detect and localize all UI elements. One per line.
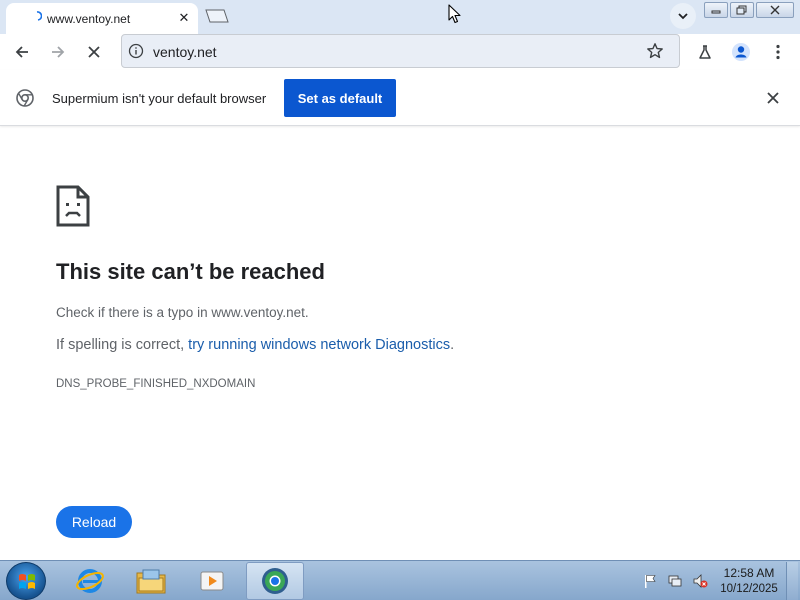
window-minimize-button[interactable] xyxy=(704,2,728,18)
browser-menu-button[interactable] xyxy=(764,38,792,66)
arrow-left-icon xyxy=(15,46,28,58)
bookmark-star-icon[interactable] xyxy=(646,42,664,60)
new-tab-button[interactable] xyxy=(205,9,229,23)
error-typo-hint: Check if there is a typo in www.ventoy.n… xyxy=(56,305,309,320)
run-diagnostics-link[interactable]: try running windows network Diagnostics xyxy=(188,337,450,353)
mouse-cursor-icon xyxy=(448,4,461,24)
start-button[interactable] xyxy=(6,562,46,600)
diagnostics-suffix: . xyxy=(450,337,455,353)
profile-button[interactable] xyxy=(727,38,755,66)
taskbar-app-media-player[interactable] xyxy=(183,562,241,600)
clock-date[interactable]: 10/12/2025 xyxy=(716,583,782,595)
sad-page-icon xyxy=(56,185,90,227)
clock-time[interactable]: 12:58 AM xyxy=(720,566,778,580)
supermium-icon xyxy=(262,568,288,594)
windows-taskbar xyxy=(0,560,800,600)
error-code: DNS_PROBE_FINISHED_NXDOMAIN xyxy=(56,378,256,390)
media-player-icon xyxy=(200,571,224,591)
internet-explorer-icon xyxy=(76,569,104,593)
taskbar-app-supermium[interactable] xyxy=(246,562,304,600)
labs-button[interactable] xyxy=(691,38,719,66)
windows-logo-icon xyxy=(19,574,35,589)
forward-button[interactable] xyxy=(44,38,72,66)
arrow-right-icon xyxy=(52,46,65,58)
stop-loading-button[interactable] xyxy=(80,38,108,66)
action-center-flag-icon[interactable] xyxy=(642,573,658,589)
taskbar-app-internet-explorer[interactable] xyxy=(61,562,119,600)
address-bar-url: ventoy.net xyxy=(153,44,217,60)
browser-toolbar: ventoy.net xyxy=(0,34,800,70)
close-icon[interactable] xyxy=(764,89,782,107)
tab-close-icon[interactable]: ✕ xyxy=(177,11,191,25)
taskbar-app-file-explorer[interactable] xyxy=(122,562,180,600)
window-close-button[interactable] xyxy=(756,2,794,18)
minimize-icon xyxy=(711,10,721,14)
infobar-message: Supermium isn't your default browser xyxy=(52,91,267,106)
show-desktop-button[interactable] xyxy=(786,562,798,600)
flask-icon xyxy=(699,45,711,59)
address-bar[interactable]: ventoy.net xyxy=(121,34,680,68)
window-restore-button[interactable] xyxy=(730,2,754,18)
back-button[interactable] xyxy=(8,38,36,66)
close-icon xyxy=(770,5,780,15)
loading-spinner-icon xyxy=(36,11,42,21)
browser-logo-icon xyxy=(16,89,34,107)
kebab-menu-icon xyxy=(776,44,780,60)
tab-title: www.ventoy.net xyxy=(47,12,131,26)
error-diagnostics-hint: If spelling is correct, try running wind… xyxy=(56,337,454,353)
error-title: This site can’t be reached xyxy=(56,259,325,284)
tab-strip: www.ventoy.net ✕ xyxy=(0,0,800,34)
file-explorer-icon xyxy=(136,569,166,594)
diagnostics-prefix: If spelling is correct, xyxy=(56,337,189,353)
volume-muted-icon[interactable] xyxy=(692,573,708,589)
avatar-icon xyxy=(732,43,750,61)
network-icon[interactable] xyxy=(667,573,683,589)
reload-button[interactable]: Reload xyxy=(56,506,132,538)
stop-icon xyxy=(88,46,100,58)
chevron-down-icon xyxy=(678,13,688,20)
default-browser-infobar: Supermium isn't your default browser Set… xyxy=(0,70,800,126)
set-as-default-button[interactable]: Set as default xyxy=(284,79,396,117)
site-info-icon[interactable] xyxy=(128,43,144,59)
restore-icon xyxy=(736,5,747,15)
tab-search-button[interactable] xyxy=(670,3,696,29)
browser-tab[interactable]: www.ventoy.net ✕ xyxy=(6,3,198,34)
